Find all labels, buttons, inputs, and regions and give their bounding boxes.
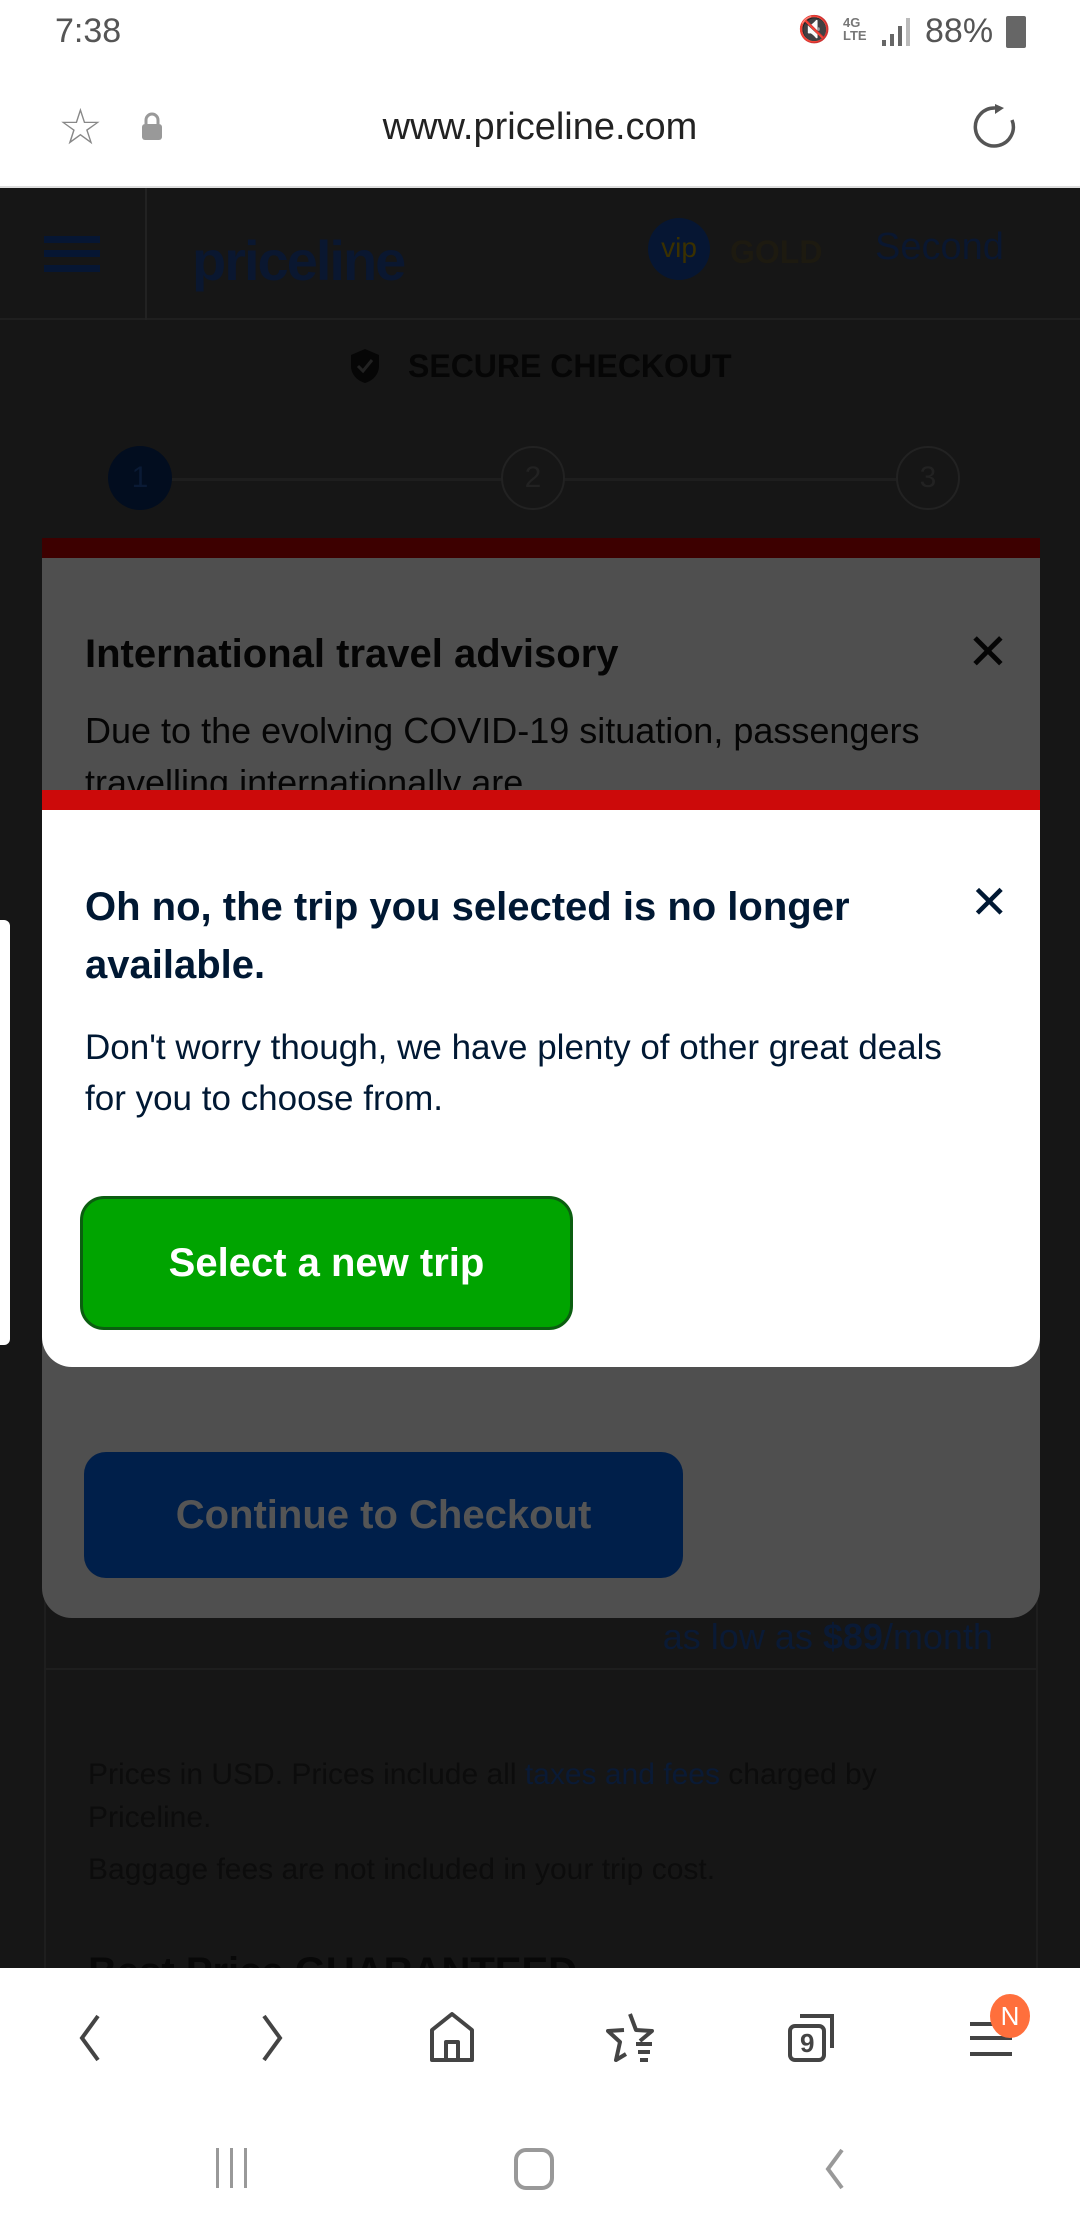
shield-check-icon [351, 349, 379, 383]
menu-badge: N [990, 1994, 1030, 2038]
forward-icon[interactable] [242, 2008, 302, 2068]
mute-icon: 🔇 [798, 14, 831, 44]
browser-url-bar: ☆ www.priceline.com [0, 70, 1080, 188]
battery-icon [1006, 16, 1026, 48]
site-header: priceline vip GOLD Second [0, 188, 1080, 320]
advisory-title: International travel advisory [85, 632, 619, 676]
step-2: 2 [501, 446, 565, 510]
tier-label: GOLD [730, 234, 823, 270]
vip-badge: vip [648, 218, 710, 280]
close-advisory-icon[interactable]: ✕ [967, 627, 1009, 677]
price-disclaimer: Prices in USD. Prices include all taxes … [88, 1758, 877, 1834]
system-back-icon[interactable] [820, 2148, 850, 2190]
reload-icon[interactable] [970, 102, 1020, 152]
bookmarks-icon[interactable] [600, 2008, 660, 2068]
alert-title: Oh no, the trip you selected is no longe… [85, 885, 850, 987]
close-alert-icon[interactable]: ✕ [970, 879, 1009, 925]
side-tab[interactable] [0, 920, 10, 1345]
continue-to-checkout-button[interactable]: Continue to Checkout [84, 1452, 683, 1578]
signal-icon [882, 18, 910, 46]
financing-text: as low as $89/month [662, 1616, 993, 1657]
recent-apps-icon[interactable] [212, 2148, 252, 2188]
battery-percent: 88% [925, 12, 994, 50]
secure-checkout-label: SECURE CHECKOUT [408, 348, 732, 384]
home-button-icon[interactable] [514, 2148, 554, 2190]
tab-count: 9 [800, 2028, 815, 2058]
trip-unavailable-dialog: Oh no, the trip you selected is no longe… [42, 790, 1040, 1367]
step-1: 1 [108, 446, 172, 510]
status-bar: 7:38 🔇 4G LTE 88% [0, 0, 1080, 70]
hamburger-menu-icon[interactable] [44, 236, 100, 272]
taxes-fees-link[interactable]: taxes and fees [525, 1758, 720, 1791]
tabs-icon[interactable]: 9 [782, 2008, 842, 2068]
home-icon[interactable] [422, 2008, 482, 2068]
baggage-note: Baggage fees are not included in your tr… [88, 1853, 716, 1886]
alert-body: Don't worry though, we have plenty of ot… [85, 1028, 942, 1118]
select-new-trip-button[interactable]: Select a new trip [80, 1196, 573, 1330]
url-field[interactable]: www.priceline.com [0, 106, 1080, 149]
network-icon: 4G LTE [843, 15, 867, 43]
user-name[interactable]: Second [875, 226, 1004, 269]
back-icon[interactable] [60, 2008, 120, 2068]
menu-icon[interactable]: N [962, 1994, 1030, 2068]
priceline-logo[interactable]: priceline [192, 228, 406, 293]
clock: 7:38 [55, 12, 122, 50]
browser-toolbar: 9 N [0, 1968, 1080, 2220]
step-3: 3 [896, 446, 960, 510]
guarantee-heading: Best Price GUARANTEED [88, 1950, 577, 1968]
